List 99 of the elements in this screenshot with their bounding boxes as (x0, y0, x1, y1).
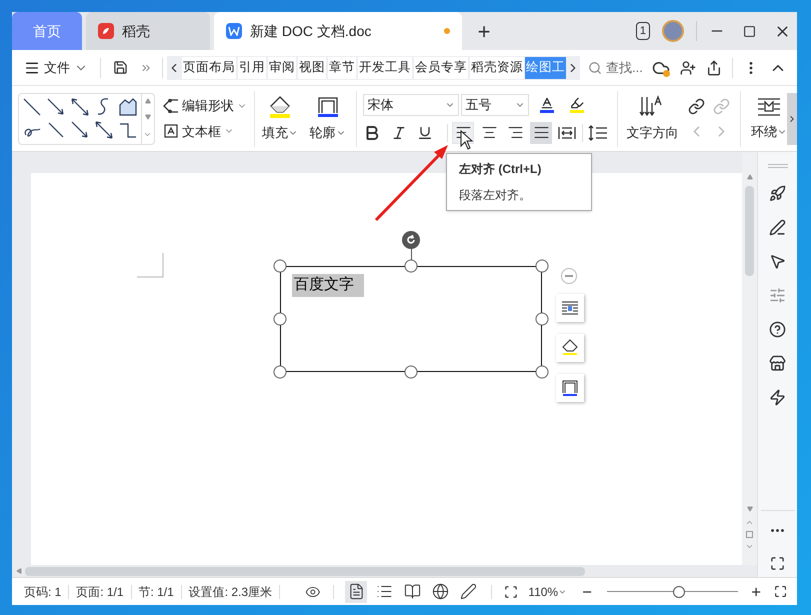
pen-icon[interactable] (769, 219, 786, 236)
ribbon-tab[interactable]: 引用 (238, 56, 266, 78)
textbox-icon (162, 123, 179, 140)
maximize-icon[interactable] (743, 24, 756, 38)
tab[interactable]: 稻壳 (86, 12, 210, 50)
align-left-icon (454, 124, 472, 141)
highlight-icon[interactable] (569, 96, 586, 113)
file-menu[interactable]: 文件 (12, 58, 94, 78)
outline-icon (316, 94, 340, 119)
search-icon (588, 60, 602, 74)
tab[interactable]: 新建 DOC 文档.doc (214, 12, 462, 50)
italic-icon[interactable] (391, 124, 408, 140)
align-justify-icon (532, 124, 550, 141)
status-text: 节: 1/1 (137, 584, 175, 600)
resize-handle[interactable] (274, 312, 286, 326)
font-color-icon[interactable] (539, 96, 556, 113)
help-icon[interactable] (769, 321, 786, 338)
align-right-icon (506, 124, 524, 141)
pen-icon (460, 583, 477, 600)
page-view-icon (348, 583, 365, 600)
fill-button[interactable]: 填充 (259, 94, 301, 142)
outline-icon (561, 379, 579, 397)
wrap-layout-icon (561, 300, 579, 316)
horizontal-scrollbar-thumb[interactable] (25, 566, 585, 576)
link-icon[interactable] (688, 98, 706, 114)
ribbon-tab[interactable]: 章节 (328, 56, 356, 78)
rocket-icon[interactable] (769, 185, 786, 202)
view-mode-button[interactable] (345, 580, 368, 602)
ribbon-tab[interactable]: 会员专享 (414, 56, 468, 78)
fullscreen-icon[interactable] (770, 556, 785, 571)
align-center-icon (480, 124, 498, 141)
scroll-down-icon[interactable] (144, 114, 151, 120)
zoom-slider-thumb[interactable] (672, 586, 685, 598)
shape-icon[interactable] (68, 96, 91, 118)
layout-options-button[interactable] (556, 294, 584, 322)
tab-label: 首页 (33, 22, 61, 40)
web-view-icon (432, 583, 449, 600)
shape-icon[interactable] (116, 96, 139, 118)
outline-button[interactable] (556, 374, 584, 402)
document-icon (226, 23, 242, 39)
resize-handle[interactable] (274, 260, 286, 272)
status-text: 页码: 1 (23, 584, 62, 600)
ribbon-tab[interactable]: 审阅 (268, 56, 296, 78)
ribbon-tab[interactable]: 视图 (298, 56, 326, 78)
resize-handle[interactable] (536, 366, 548, 378)
shape-icon[interactable] (21, 96, 43, 118)
resize-handle[interactable] (404, 366, 418, 378)
wrap-icon (756, 96, 782, 118)
search-field[interactable]: 查找... (588, 58, 652, 78)
distributed-align-icon (558, 124, 576, 140)
font-size-dropdown[interactable]: 五号 (461, 94, 530, 116)
zoom-level: 110% (528, 584, 558, 600)
text-direction-button[interactable]: 文字方向 (626, 94, 678, 142)
tooltip-description: 段落左对齐。 (459, 187, 532, 204)
textbox-text: 百度文字 (292, 274, 364, 296)
shape-tool-button[interactable]: 文本框 (162, 122, 250, 141)
new-tab-button[interactable]: + (466, 12, 502, 50)
shape-tool-button[interactable]: 编辑形状 (162, 96, 250, 116)
edit-shape-icon (162, 98, 179, 113)
fill-button[interactable] (556, 334, 584, 362)
wrap-button[interactable]: 环绕 (750, 96, 787, 142)
rotate-handle-icon[interactable] (402, 231, 420, 249)
menu-icon (24, 60, 40, 76)
shape-icon[interactable] (92, 118, 115, 140)
fullscreen-icon[interactable] (774, 584, 788, 599)
pointer-icon[interactable] (769, 253, 786, 270)
ribbon-tab[interactable]: 开发工具 (358, 56, 412, 78)
lightning-icon[interactable] (769, 389, 786, 406)
window-count-button[interactable]: 1 (636, 22, 650, 40)
status-text: 设置值: 2.3厘米 (188, 584, 274, 600)
fill-icon (561, 339, 579, 357)
tooltip-title: 左对齐 (Ctrl+L) (459, 161, 542, 178)
tab-label: 稻壳 (122, 22, 150, 40)
underline-icon[interactable] (417, 124, 434, 140)
resize-handle[interactable] (404, 260, 418, 272)
align-button[interactable] (530, 122, 552, 144)
app-logo-icon (98, 23, 114, 39)
ribbon-tab[interactable]: 稻壳资源 (470, 56, 524, 78)
scroll-up-icon[interactable] (144, 98, 151, 104)
tab-label: 新建 DOC 文档.doc (250, 22, 372, 40)
reading-view-icon (404, 583, 421, 600)
status-text: 页面: 1/1 (75, 584, 125, 600)
store-icon[interactable] (769, 355, 786, 372)
margin-corner-mark (137, 253, 164, 278)
scrollbar-thumb[interactable] (745, 186, 754, 276)
font-name-dropdown[interactable]: 宋体 (363, 94, 460, 116)
ribbon-tab[interactable]: 页面布局 (182, 56, 236, 78)
fit-page-icon[interactable] (504, 584, 518, 600)
outline-button[interactable]: 轮廓 (304, 94, 350, 142)
share-icon[interactable] (706, 60, 722, 76)
save-icon[interactable] (112, 59, 128, 76)
resize-handle[interactable] (274, 366, 286, 378)
resize-handle[interactable] (536, 312, 548, 326)
sliders-icon[interactable] (769, 287, 786, 304)
resize-handle[interactable] (536, 260, 548, 272)
add-user-icon[interactable] (680, 60, 696, 76)
avatar-icon[interactable] (662, 20, 684, 42)
line-spacing-icon[interactable] (587, 124, 610, 142)
zoom-slider[interactable] (607, 585, 738, 598)
